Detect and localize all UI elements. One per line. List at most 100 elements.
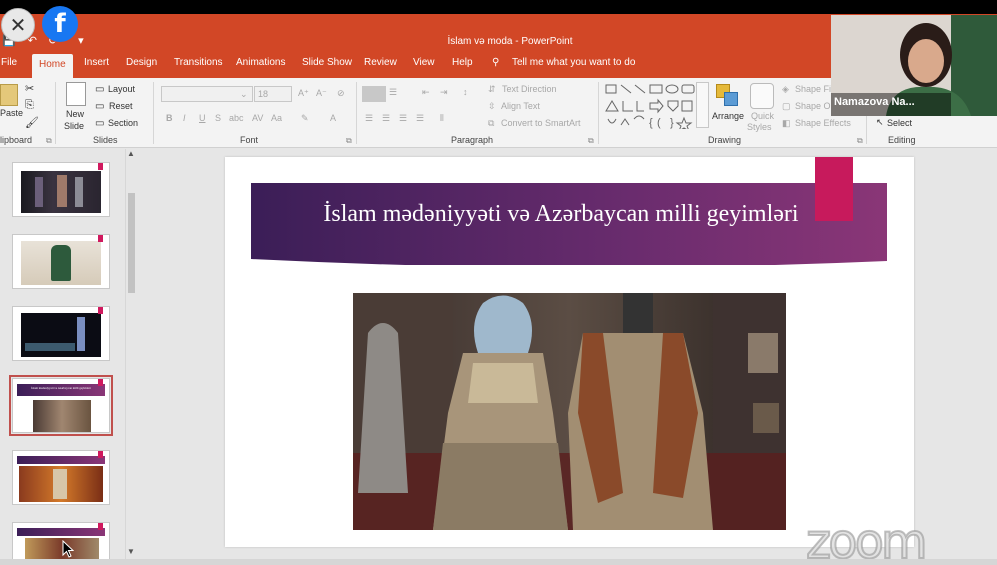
bold-icon[interactable]: B <box>166 113 173 123</box>
scroll-up-icon[interactable]: ▲ <box>127 149 135 158</box>
svg-text:(: ( <box>657 117 661 129</box>
drawing-launcher-icon[interactable]: ⧉ <box>857 136 863 146</box>
slide-thumbnail-4[interactable]: İslam mədəniyyəti və Azərbaycan milli ge… <box>9 375 113 436</box>
align-left-icon[interactable]: ☰ <box>365 113 373 124</box>
new-slide-button-line2[interactable]: Slide <box>64 121 84 131</box>
text-direction-button[interactable]: Text Direction <box>502 84 557 94</box>
align-right-icon[interactable]: ☰ <box>399 113 407 124</box>
highlight-icon[interactable]: ✎ <box>301 113 309 124</box>
format-painter-icon[interactable]: 🖌 <box>25 116 39 129</box>
thumbnail-accent <box>98 307 103 314</box>
font-group-label: Font <box>240 135 259 145</box>
slide-thumbnail-6[interactable] <box>12 522 110 562</box>
slide-thumbnail-1[interactable] <box>12 162 110 217</box>
thumbnail-accent <box>98 235 103 242</box>
slides-group-label: Slides <box>93 135 118 145</box>
arrange-button[interactable]: Arrange <box>712 111 744 121</box>
bullets-icon[interactable] <box>362 86 386 102</box>
underline-icon[interactable]: U <box>199 113 206 123</box>
decrease-indent-icon[interactable]: ⇤ <box>422 87 430 98</box>
tab-transitions[interactable]: Transitions <box>174 57 223 68</box>
thumbnail-title: İslam mədəniyyəti və Azərbaycan milli ge… <box>31 386 91 390</box>
slide-title[interactable]: İslam mədəniyyəti və Azərbaycan milli ge… <box>251 201 871 228</box>
align-text-button[interactable]: Align Text <box>501 101 540 111</box>
customize-qat-icon[interactable]: ▾ <box>78 34 84 47</box>
tab-design[interactable]: Design <box>126 57 157 68</box>
shapes-gallery[interactable]: { ( } <box>604 83 708 129</box>
tab-file[interactable]: File <box>1 57 17 68</box>
thumbnail-accent <box>98 451 103 458</box>
justify-icon[interactable]: ☰ <box>416 113 424 124</box>
copy-icon[interactable]: ⎘ <box>25 99 34 112</box>
thumbnail-accent <box>98 379 103 386</box>
close-overlay-button[interactable]: ✕ <box>1 8 35 42</box>
align-text-icon: ⇳ <box>488 101 496 111</box>
paste-icon[interactable] <box>0 84 18 106</box>
tab-slide-show[interactable]: Slide Show <box>302 57 352 68</box>
char-spacing-icon[interactable]: AV <box>252 113 263 123</box>
italic-icon[interactable]: I <box>183 113 186 123</box>
strikethrough-icon[interactable]: abc <box>229 113 244 123</box>
cursor-arrow-icon: ↖ <box>876 117 884 127</box>
smartart-icon: ⧉ <box>488 118 495 128</box>
convert-smartart-button[interactable]: Convert to SmartArt <box>501 118 581 128</box>
quick-styles-button[interactable]: Quick <box>751 111 774 121</box>
layout-button[interactable]: Layout <box>108 84 135 94</box>
numbering-icon[interactable]: ☰ <box>389 87 397 98</box>
zoom-watermark: zoom <box>805 513 929 565</box>
tab-home[interactable]: Home <box>32 54 73 78</box>
line-spacing-icon[interactable]: ↕ <box>463 87 468 97</box>
cut-icon[interactable]: ✂ <box>25 82 34 95</box>
shape-outline-button[interactable]: Shape O <box>795 101 831 111</box>
thumbnail-accent <box>98 523 103 530</box>
facebook-icon: f <box>54 9 66 39</box>
quick-styles-button-line2[interactable]: Styles <box>747 122 772 132</box>
editing-group-label: Editing <box>888 135 916 145</box>
slide-thumbnail-5[interactable] <box>12 450 110 505</box>
arrange-icon <box>716 84 740 108</box>
tab-animations[interactable]: Animations <box>236 57 285 68</box>
font-color-icon[interactable]: A <box>330 113 336 123</box>
new-slide-icon[interactable] <box>66 82 86 106</box>
thumbnail-accent <box>98 163 103 170</box>
tab-insert[interactable]: Insert <box>84 57 109 68</box>
reset-button[interactable]: Reset <box>109 101 133 111</box>
shape-fill-button[interactable]: Shape Fi <box>795 84 831 94</box>
font-launcher-icon[interactable]: ⧉ <box>346 136 352 146</box>
shapes-gallery-scroll[interactable] <box>696 82 709 128</box>
scroll-down-icon[interactable]: ▼ <box>127 547 135 556</box>
slide-thumbnail-2[interactable] <box>12 234 110 289</box>
align-center-icon[interactable]: ☰ <box>382 113 390 124</box>
facebook-share-button[interactable]: f <box>42 6 78 42</box>
status-bar <box>0 559 997 565</box>
shape-effects-button[interactable]: Shape Effects <box>795 118 851 128</box>
decrease-font-icon[interactable]: A⁻ <box>316 88 327 99</box>
section-button[interactable]: Section <box>108 118 138 128</box>
clear-format-icon[interactable]: ⊘ <box>337 88 345 99</box>
columns-icon[interactable]: ⫴ <box>440 113 444 124</box>
new-slide-button[interactable]: New <box>66 109 84 119</box>
thumbnail-scroll-thumb[interactable] <box>128 193 135 293</box>
shadow-icon[interactable]: S <box>215 113 221 123</box>
ribbon-separator <box>356 82 357 144</box>
costume-photo[interactable] <box>353 293 786 530</box>
tab-help[interactable]: Help <box>452 57 473 68</box>
paragraph-group-label: Paragraph <box>451 135 494 145</box>
clipboard-group-label: lipboard <box>0 135 33 145</box>
clipboard-launcher-icon[interactable]: ⧉ <box>46 136 52 146</box>
text-direction-icon: ⇵ <box>488 84 496 94</box>
increase-font-icon[interactable]: A⁺ <box>298 88 309 99</box>
chevron-down-icon: ⌄ <box>240 89 248 99</box>
select-button[interactable]: Select <box>887 118 912 128</box>
ribbon-separator <box>598 82 599 144</box>
costume-photo-art <box>353 293 786 530</box>
change-case-icon[interactable]: Aa <box>271 113 282 123</box>
paste-button[interactable]: Paste <box>0 108 23 118</box>
paragraph-launcher-icon[interactable]: ⧉ <box>588 136 594 146</box>
tell-me-search[interactable]: Tell me what you want to do <box>512 57 635 68</box>
tab-view[interactable]: View <box>413 57 435 68</box>
slide-thumbnail-3[interactable] <box>12 306 110 361</box>
tab-review[interactable]: Review <box>364 57 397 68</box>
increase-indent-icon[interactable]: ⇥ <box>440 87 448 98</box>
svg-text:{: { <box>649 117 653 129</box>
